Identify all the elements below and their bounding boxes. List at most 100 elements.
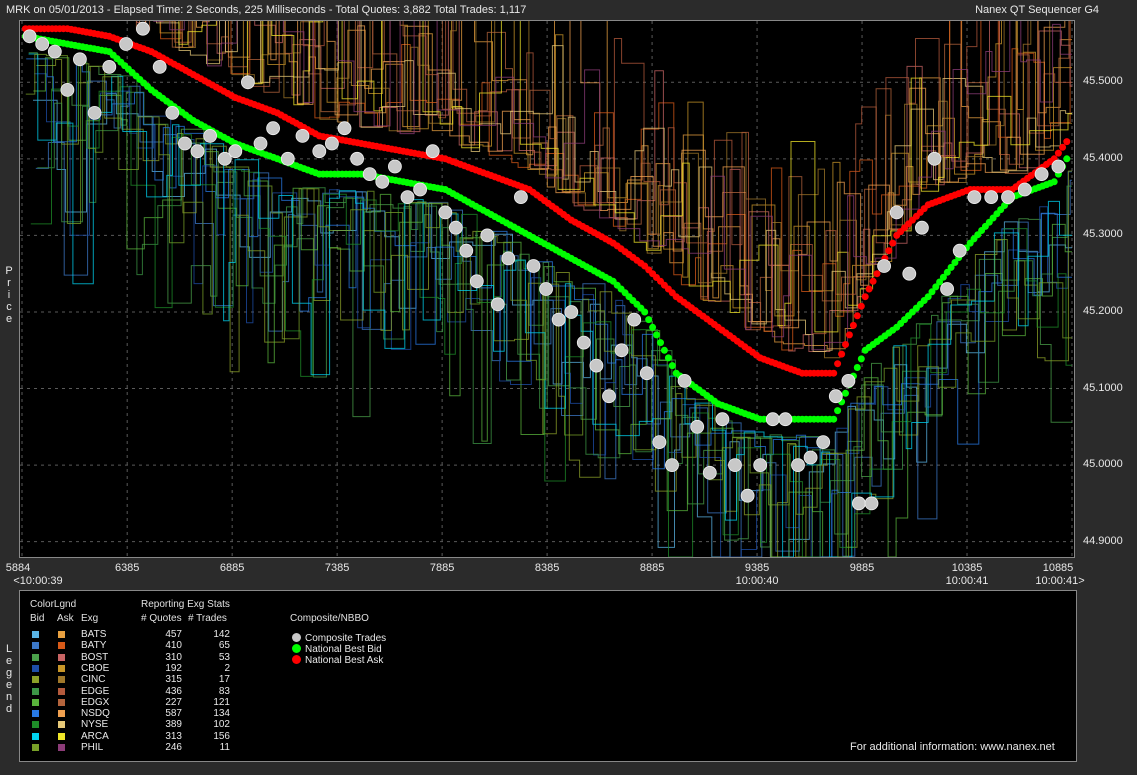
best-ask-point bbox=[1063, 138, 1071, 146]
best-ask-point bbox=[838, 350, 846, 358]
trade-point bbox=[438, 205, 453, 220]
legend-dot-icon bbox=[292, 644, 301, 653]
app-name: Nanex QT Sequencer G4 bbox=[975, 4, 1099, 16]
trade-point bbox=[425, 144, 440, 159]
trade-point bbox=[765, 412, 780, 427]
chart-title: MRK on 05/01/2013 - Elapsed Time: 2 Seco… bbox=[6, 4, 527, 16]
trade-point bbox=[165, 106, 180, 120]
best-ask-point bbox=[845, 331, 853, 339]
legend-row-bost: BOST 310 53 bbox=[20, 652, 280, 663]
bid-swatch bbox=[32, 676, 39, 684]
x-tick-label: 6385 bbox=[114, 562, 140, 574]
trade-point bbox=[589, 358, 604, 373]
exchange-name: BATY bbox=[81, 640, 107, 652]
exchange-name: BATS bbox=[81, 629, 107, 640]
composite-label: National Best Bid bbox=[305, 644, 382, 655]
ask-swatch bbox=[58, 732, 65, 740]
trade-count: 156 bbox=[213, 730, 230, 742]
quote-count: 313 bbox=[165, 730, 182, 742]
trade-point bbox=[877, 259, 891, 273]
trade-point bbox=[753, 458, 768, 473]
composite-label: Composite Trades bbox=[305, 633, 387, 644]
ask-swatch bbox=[58, 721, 65, 729]
legend-row-baty: BATY 410 65 bbox=[20, 640, 280, 651]
ask-swatch bbox=[58, 744, 65, 751]
quote-count: 410 bbox=[165, 640, 182, 652]
trade-point bbox=[690, 419, 705, 434]
bid-swatch bbox=[32, 710, 39, 718]
trade-point bbox=[350, 151, 365, 166]
trade-point bbox=[177, 136, 192, 151]
trade-point bbox=[501, 251, 516, 266]
bid-swatch bbox=[32, 653, 39, 661]
exchange-name: NSDQ bbox=[81, 708, 110, 720]
trade-point bbox=[915, 220, 929, 235]
quote-count: 315 bbox=[165, 674, 182, 686]
best-bid-point bbox=[842, 389, 849, 397]
trade-point bbox=[152, 60, 167, 74]
trade-point bbox=[513, 190, 528, 205]
trade-point bbox=[480, 228, 495, 243]
trade-point bbox=[984, 190, 999, 205]
best-bid-point bbox=[660, 346, 668, 354]
bid-header: Bid bbox=[30, 613, 45, 624]
trade-point bbox=[400, 190, 415, 205]
trade-point bbox=[677, 373, 692, 388]
trade-point bbox=[35, 37, 50, 51]
composite-header: Composite/NBBO bbox=[290, 613, 369, 624]
trade-count: 2 bbox=[224, 662, 230, 674]
trade-count: 134 bbox=[213, 708, 230, 720]
legend-row-cinc: CINC 315 17 bbox=[20, 674, 280, 685]
trade-point bbox=[448, 220, 463, 235]
colorlgnd-header: ColorLgnd bbox=[30, 599, 77, 610]
trade-point bbox=[362, 167, 377, 182]
trade-point bbox=[295, 129, 310, 143]
trade-point bbox=[102, 60, 117, 74]
ask-swatch bbox=[58, 687, 65, 695]
stats-header: Reporting Exg Stats bbox=[141, 599, 230, 610]
ask-swatch bbox=[58, 676, 65, 684]
x-tick-label: 7385 bbox=[324, 562, 350, 574]
quote-count: 436 bbox=[165, 685, 182, 697]
quote-count: 457 bbox=[165, 629, 182, 640]
best-bid-point bbox=[645, 316, 653, 324]
y-tick-label: 45.3000 bbox=[1083, 228, 1123, 241]
legend-dot-icon bbox=[292, 655, 301, 664]
trade-point bbox=[702, 465, 717, 480]
trade-point bbox=[841, 373, 856, 388]
composite-legend-item: National Best Ask bbox=[292, 655, 383, 666]
trade-point bbox=[778, 412, 793, 427]
trade-count: 17 bbox=[218, 674, 230, 686]
bid-swatch bbox=[32, 698, 39, 706]
trade-point bbox=[740, 488, 755, 503]
plot-area[interactable] bbox=[19, 20, 1075, 558]
trade-point bbox=[665, 458, 679, 473]
trade-point bbox=[576, 335, 591, 350]
trade-count: 11 bbox=[219, 742, 230, 753]
x-tick-label: 9385 bbox=[744, 562, 770, 574]
bid-swatch bbox=[32, 744, 39, 751]
best-bid-point bbox=[649, 323, 657, 331]
exchange-name: BOST bbox=[81, 651, 109, 663]
legend-row-edge: EDGE 436 83 bbox=[20, 686, 280, 697]
x-tick-label: 10885 bbox=[1042, 562, 1074, 574]
trade-point bbox=[337, 121, 352, 136]
y-tick-label: 45.4000 bbox=[1083, 151, 1123, 164]
trade-point bbox=[902, 266, 917, 281]
trade-point bbox=[375, 174, 390, 189]
best-ask-point bbox=[865, 285, 873, 293]
trade-point bbox=[1017, 182, 1032, 197]
trade-point bbox=[490, 297, 505, 312]
trade-point bbox=[266, 121, 281, 136]
trade-point bbox=[253, 136, 268, 151]
y-tick-label: 44.9000 bbox=[1083, 534, 1123, 547]
best-bid-point bbox=[668, 362, 676, 370]
ask-swatch bbox=[58, 698, 65, 706]
trade-point bbox=[791, 458, 805, 473]
best-ask-point bbox=[869, 277, 877, 285]
trade-point bbox=[940, 282, 954, 296]
trade-point bbox=[639, 366, 654, 381]
trade-point bbox=[119, 37, 133, 51]
y-tick-label: 45.2000 bbox=[1083, 304, 1123, 317]
best-ask-point bbox=[842, 341, 849, 348]
